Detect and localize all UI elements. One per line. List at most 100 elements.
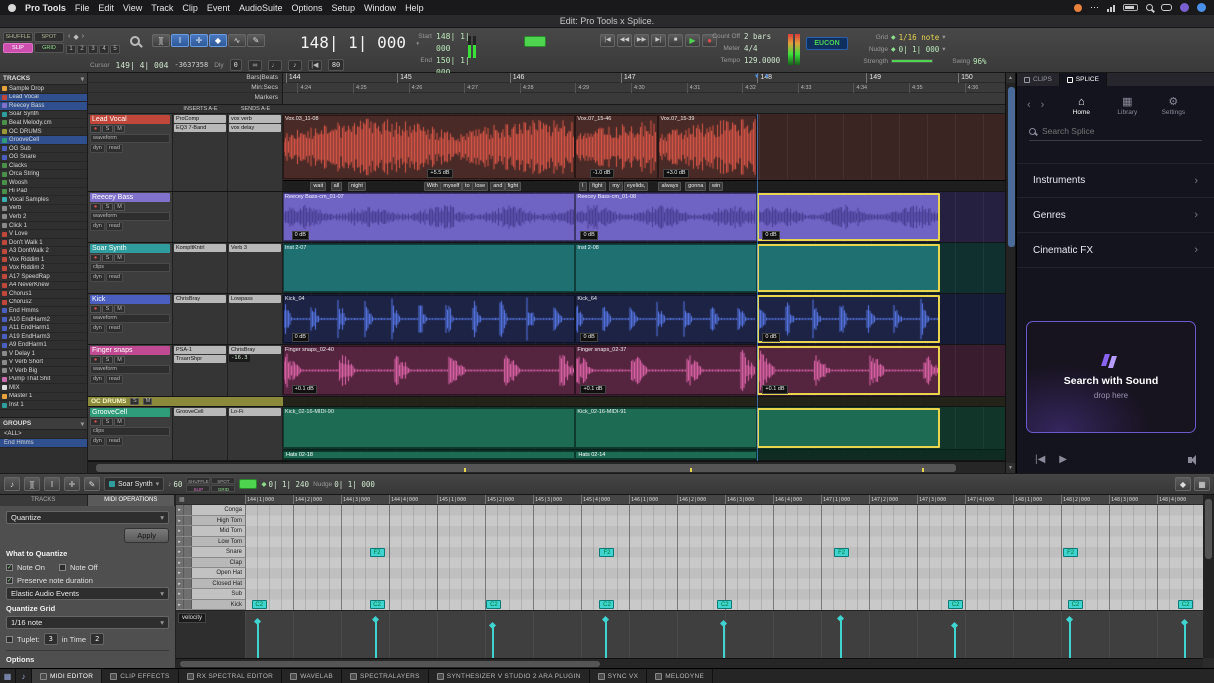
bar-tick[interactable]: 145 — [397, 73, 412, 83]
sec-tick[interactable]: 4:36 — [965, 83, 979, 93]
sidebar-track-item[interactable]: V Delay 1 — [0, 350, 87, 359]
midi-note[interactable]: F2 — [1063, 548, 1078, 557]
preserve-duration-checkbox[interactable]: ✓ Preserve note duration — [6, 576, 169, 585]
solo-button[interactable]: S — [102, 254, 113, 262]
sidebar-track-item[interactable]: Pump That Shit — [0, 376, 87, 385]
window-tab-synthesizer-v-studio-2-ara-plugin[interactable]: SYNTHESIZER V STUDIO 2 ARA PLUGIN — [429, 669, 590, 683]
sidebar-track-item[interactable]: Beat Melody.cm — [0, 119, 87, 128]
grid-value[interactable]: 1/16 note — [899, 33, 940, 42]
zoom-preset-1[interactable]: 1 — [66, 45, 76, 54]
automation-mode-selector[interactable]: dyn — [90, 273, 105, 282]
play-button[interactable]: ▶ — [685, 34, 700, 47]
track-lane[interactable]: Hats 02-18Hats 02-14 Kick_02-16-MIDI-90K… — [283, 407, 1005, 460]
solo-button[interactable]: S — [102, 418, 113, 426]
search-with-sound-dropzone[interactable]: Search with Sound drop here — [1026, 321, 1196, 433]
notation-view-icon[interactable]: ♪ — [4, 477, 20, 491]
smart-tool[interactable]: ◆ — [209, 34, 227, 47]
sec-tick[interactable]: 4:29 — [575, 83, 589, 93]
audio-clip[interactable]: Kick_02-16-MIDI-90 — [283, 408, 575, 448]
midi-note[interactable]: C2 — [486, 600, 501, 609]
midi-bar-tick[interactable]: 148|3|000 — [1109, 495, 1138, 505]
midi-note[interactable]: F2 — [370, 548, 385, 557]
midi-bar-tick[interactable]: 144|3|000 — [341, 495, 370, 505]
sidebar-track-item[interactable]: Verb — [0, 205, 87, 214]
automation-mode-selector[interactable]: dyn — [90, 375, 105, 384]
automation-read-selector[interactable]: read — [106, 375, 123, 384]
track-lane[interactable]: waitallnightWithmyselftoloseandfightIfig… — [283, 114, 1005, 191]
insert-plugin[interactable]: KompltKntrl — [174, 244, 226, 252]
more-menu-icon[interactable]: ⋯ — [1090, 2, 1099, 13]
previous-sample-icon[interactable]: |◀ — [1035, 454, 1045, 465]
drum-lane-open-hat[interactable]: ▸Open Hat — [176, 568, 245, 579]
wifi-icon[interactable] — [1107, 4, 1115, 12]
grid-caret-icon[interactable]: ▾ — [942, 33, 945, 41]
go-to-end-button[interactable]: ▶| — [651, 34, 666, 47]
edit-vertical-scrollbar[interactable]: ▲ ▼ — [1005, 73, 1016, 473]
sidebar-track-item[interactable]: Orca String — [0, 170, 87, 179]
tuplet-a-field[interactable]: 3 — [44, 633, 58, 645]
zoom-in-icon[interactable]: › — [82, 33, 84, 41]
sidebar-track-item[interactable]: A17 SpeedRap — [0, 273, 87, 282]
conductor-led[interactable] — [524, 36, 546, 47]
mute-button[interactable]: M — [114, 418, 125, 426]
zoom-preset-2[interactable]: 2 — [77, 45, 87, 54]
sidebar-track-item[interactable]: A3 DontWalk 2 — [0, 247, 87, 256]
nav-home[interactable]: ⌂ Home — [1058, 97, 1104, 116]
midi-bar-tick[interactable]: 145|3|000 — [533, 495, 562, 505]
audio-clip[interactable]: Vox.07_15-46 — [575, 115, 658, 179]
tracks-menu-icon[interactable]: ▾ — [81, 75, 84, 83]
midi-grid-field[interactable]: ◆ 0| 1| 240 — [261, 480, 309, 489]
lyric-chip[interactable]: all — [331, 182, 343, 191]
bar-tick[interactable]: 146 — [510, 73, 525, 83]
bar-tick[interactable]: 147 — [621, 73, 636, 83]
rewind-button[interactable]: ◀◀ — [617, 34, 632, 47]
sidebar-track-item[interactable]: Don't Walk 1 — [0, 239, 87, 248]
menu-item[interactable]: Edit — [98, 3, 114, 13]
drum-lane-low-tom[interactable]: ▸Low Tom — [176, 537, 245, 548]
note-on-checkbox[interactable]: ✓ Note On — [6, 563, 45, 572]
clip-gain-badge[interactable]: 0 dB — [580, 231, 597, 240]
automation-read-selector[interactable]: read — [106, 222, 123, 231]
sidebar-track-item[interactable]: GrooveCell — [0, 136, 87, 145]
group-item[interactable]: <ALL> — [0, 430, 87, 439]
sidebar-track-item[interactable]: OC DRUMS — [0, 128, 87, 137]
record-enable-button[interactable]: ● — [90, 125, 101, 133]
lane-handle[interactable] — [184, 537, 192, 547]
solo-button[interactable]: S — [102, 356, 113, 364]
sidebar-track-item[interactable]: MIX — [0, 384, 87, 393]
sec-tick[interactable]: 4:27 — [464, 83, 478, 93]
sidebar-track-item[interactable]: Master 1 — [0, 393, 87, 402]
lyric-chip[interactable]: always — [658, 182, 681, 191]
sidebar-track-item[interactable]: Verb 2 — [0, 213, 87, 222]
audio-clip[interactable]: Kick_64 — [575, 295, 757, 343]
hats-sub-lane[interactable]: Hats 02-18Hats 02-14 — [283, 449, 1005, 460]
menu-item[interactable]: Options — [291, 3, 322, 13]
midi-note[interactable]: C2 — [1068, 600, 1083, 609]
mute-button[interactable]: M — [114, 356, 125, 364]
midi-bar-tick[interactable]: 147|3|000 — [917, 495, 946, 505]
track-row-oc-drums[interactable]: OC DRUMS S M — [88, 397, 1005, 407]
zoom-preset-4[interactable]: 4 — [99, 45, 109, 54]
audio-clip[interactable] — [757, 408, 940, 448]
lane-handle[interactable] — [184, 526, 192, 536]
midi-note[interactable]: F2 — [834, 548, 849, 557]
lyric-chip[interactable]: and — [490, 182, 505, 191]
track-name[interactable]: Kick — [90, 295, 170, 304]
tracks-header[interactable]: TRACKS ▾ — [0, 73, 87, 85]
sidebar-track-item[interactable]: Vox Riddim 2 — [0, 264, 87, 273]
midi-bar-tick[interactable]: 148|1|000 — [1013, 495, 1042, 505]
lane-handle[interactable] — [184, 516, 192, 526]
ruler-bars-beats-label[interactable]: Bars|Beats — [88, 73, 282, 83]
send-slot[interactable]: vox delay — [229, 124, 281, 132]
grabber-tool[interactable]: ✛ — [190, 34, 208, 47]
midi-track-selector[interactable]: Soar Synth ▾ — [104, 477, 164, 491]
window-tab-spectralayers[interactable]: SPECTRALAYERS — [342, 669, 429, 683]
groups-header[interactable]: GROUPS ▾ — [0, 418, 87, 430]
sec-tick[interactable]: 4:35 — [909, 83, 923, 93]
velocity-lane[interactable] — [245, 610, 1203, 658]
bar-tick[interactable]: 149 — [866, 73, 881, 83]
options-label[interactable]: Options — [6, 655, 169, 664]
grid-diamond-icon[interactable]: ◆ — [891, 34, 896, 41]
midi-bar-tick[interactable]: 147|4|000 — [965, 495, 994, 505]
trim-tool[interactable]: ][ — [152, 34, 170, 47]
